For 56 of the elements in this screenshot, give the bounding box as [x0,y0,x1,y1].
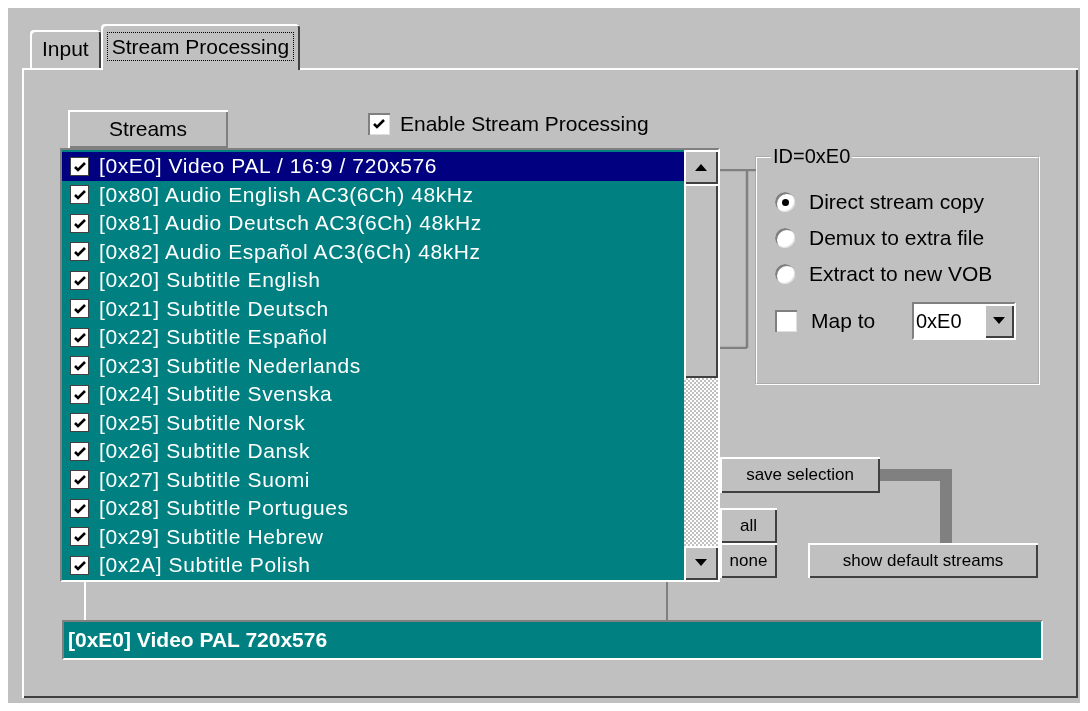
checkbox-label: Map to [811,309,876,333]
column-header[interactable]: Streams [68,110,228,148]
list-item[interactable]: [0x2A] Subtitle Polish [66,551,684,580]
checkbox[interactable] [70,242,89,262]
down-triangle-icon [992,317,1006,325]
radio-label: Extract to new VOB [809,262,993,286]
scrollbar-thumb[interactable] [684,184,718,378]
up-triangle-icon [694,163,708,171]
checkbox[interactable] [70,413,89,433]
checkbox[interactable] [775,310,797,332]
status-field: [0xE0] Video PAL 720x576 [62,620,1043,660]
list-item[interactable]: [0x23] Subtitle Nederlands [66,351,684,380]
list-item[interactable]: [0x25] Subtitle Norsk [66,408,684,437]
list-item[interactable]: [0x20] Subtitle English [66,266,684,295]
select-all-button[interactable]: all [720,508,777,543]
checkbox[interactable] [70,327,89,347]
checkbox[interactable] [70,213,89,233]
list-item[interactable]: [0x22] Subtitle Español [66,323,684,352]
scroll-up-button[interactable] [684,150,718,184]
checkbox[interactable] [70,555,89,575]
down-triangle-icon [694,559,708,567]
checkbox[interactable] [368,113,390,135]
radio-label: Demux to extra file [809,226,985,250]
tab[interactable]: Stream Processing [100,24,301,70]
radio-button[interactable] [775,192,795,212]
checkbox[interactable] [70,527,89,547]
list-item[interactable]: [0x29] Subtitle Hebrew [66,522,684,551]
select-none-button[interactable]: none [720,543,777,578]
dropdown[interactable]: 0xE0 [912,302,1016,340]
checkbox[interactable] [70,384,89,404]
list-item[interactable]: [0xE0] Video PAL / 16:9 / 720x576 [62,152,684,181]
list-item[interactable]: [0x80] Audio English AC3(6Ch) 48kHz [66,180,684,209]
radio-button[interactable] [775,228,795,248]
checkbox[interactable] [70,441,89,461]
radio-button[interactable] [775,264,795,284]
show-default-streams-button[interactable]: show default streams [808,543,1038,578]
checkbox[interactable] [70,498,89,518]
list-item[interactable]: [0x81] Audio Deutsch AC3(6Ch) 48kHz [66,209,684,238]
checkbox[interactable] [70,270,89,290]
list-item[interactable]: [0x26] Subtitle Dansk [66,437,684,466]
save-selection-button[interactable]: save selection [720,457,880,493]
list-item[interactable]: [0x28] Subtitle Portugues [66,494,684,523]
group-title: ID=0xE0 [772,145,852,168]
checkbox[interactable] [70,299,89,319]
list-item[interactable]: [0x27] Subtitle Suomi [66,465,684,494]
list-item[interactable]: [0x21] Subtitle Deutsch [66,294,684,323]
list-item[interactable]: [0x24] Subtitle Svenska [66,380,684,409]
radio-label: Direct stream copy [809,190,985,214]
checkbox[interactable] [70,470,89,490]
checkbox[interactable] [70,185,89,205]
list-item[interactable]: [0x82] Audio Español AC3(6Ch) 48kHz [66,237,684,266]
scroll-down-button[interactable] [684,546,718,580]
checkbox[interactable] [70,156,89,176]
checkbox-label: Enable Stream Processing [400,112,649,136]
checkbox[interactable] [70,356,89,376]
tab[interactable]: Input [30,30,101,68]
